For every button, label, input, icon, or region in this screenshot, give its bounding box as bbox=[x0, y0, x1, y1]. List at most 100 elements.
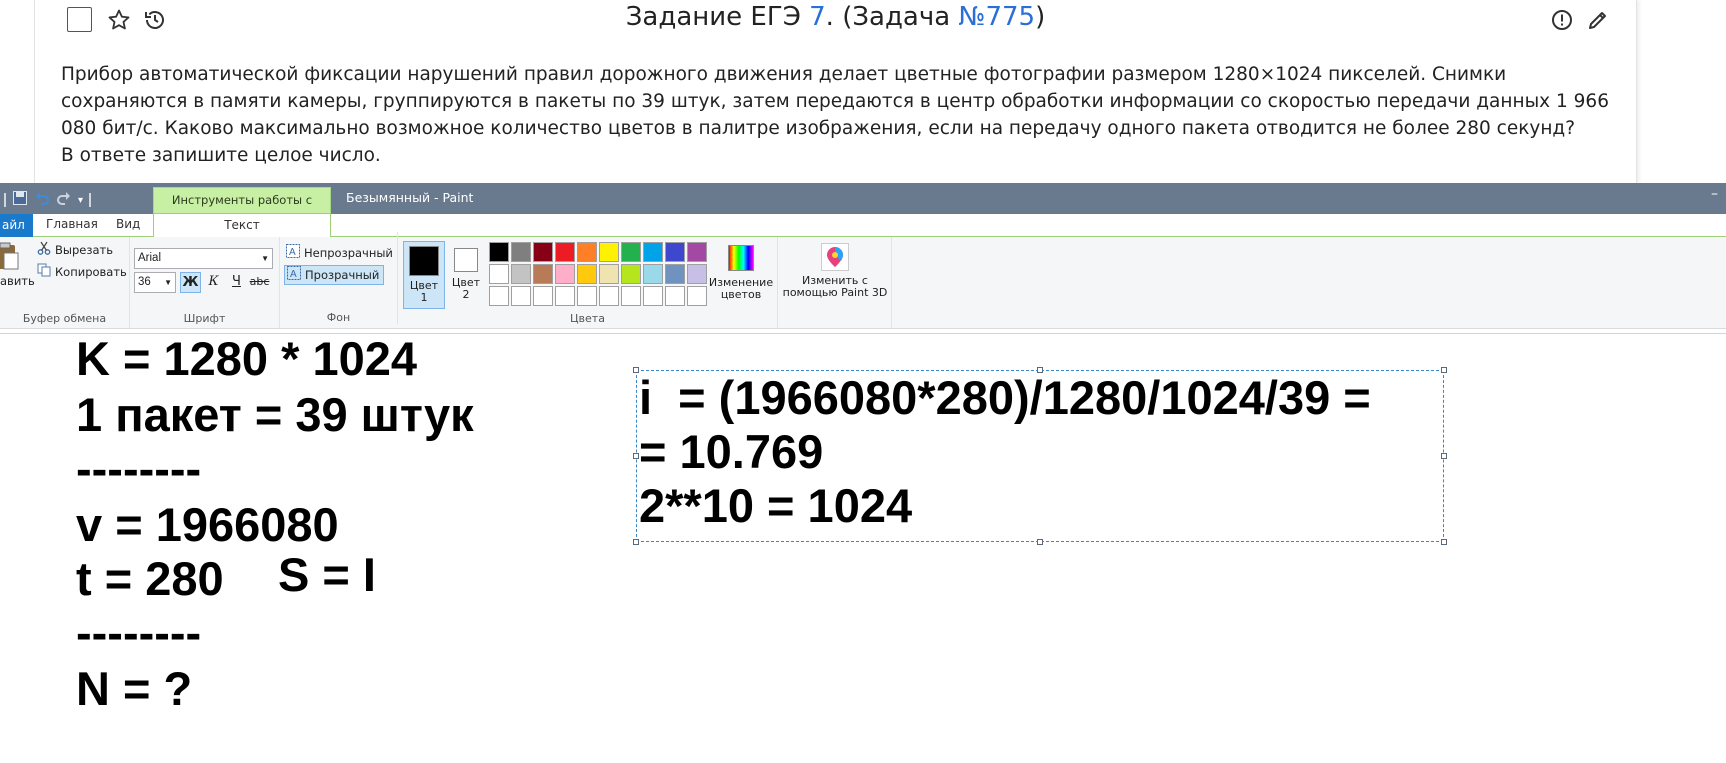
copy-label: Копировать bbox=[55, 264, 127, 279]
clipboard-group-label: Буфер обмена bbox=[22, 312, 107, 325]
tab-home[interactable]: Главная bbox=[46, 217, 98, 231]
font-family-select[interactable]: Arial ▼ bbox=[134, 248, 273, 269]
bold-button[interactable]: Ж bbox=[180, 272, 201, 293]
paint3d-group: Изменить с помощью Paint 3D bbox=[778, 237, 892, 329]
paste-icon[interactable] bbox=[0, 241, 22, 271]
palette-color-swatch[interactable] bbox=[665, 242, 685, 262]
palette-color-swatch[interactable] bbox=[555, 242, 575, 262]
task-card: Задание ЕГЭ 7. (Задача №775) Прибор авто… bbox=[34, 0, 1637, 183]
ribbon-tabs: айл Главная Вид Текст bbox=[0, 213, 1726, 238]
paint3d-button[interactable]: Изменить с помощью Paint 3D bbox=[782, 243, 888, 299]
paint-window: ▾ Инструменты работы с текстом Безымянны… bbox=[0, 183, 1726, 763]
palette-color-swatch[interactable] bbox=[555, 286, 575, 306]
copy-button[interactable]: Копировать bbox=[37, 263, 127, 280]
italic-button[interactable]: К bbox=[203, 272, 224, 293]
task-header: Задание ЕГЭ 7. (Задача №775) bbox=[35, 0, 1636, 40]
cut-button[interactable]: Вырезать bbox=[37, 241, 113, 258]
canvas-text-s-eq: S = I bbox=[278, 548, 376, 601]
resize-handle[interactable] bbox=[1441, 539, 1447, 545]
font-group-label: Шрифт bbox=[183, 312, 226, 325]
resize-handle[interactable] bbox=[1441, 367, 1447, 373]
palette-color-swatch[interactable] bbox=[621, 286, 641, 306]
resize-handle[interactable] bbox=[1441, 453, 1447, 459]
palette-color-swatch[interactable] bbox=[687, 286, 707, 306]
paste-button[interactable]: авить bbox=[0, 274, 35, 288]
palette-color-swatch[interactable] bbox=[643, 286, 663, 306]
font-size-select[interactable]: 36 ▼ bbox=[134, 272, 176, 293]
undo-icon[interactable] bbox=[34, 190, 50, 210]
paint3d-label: Изменить с помощью Paint 3D bbox=[782, 274, 888, 299]
ribbon: авить Вырезать Копировать Буфер обмена A… bbox=[0, 232, 1726, 329]
edit-colors-button[interactable]: Изменение цветов bbox=[708, 243, 774, 301]
palette-color-swatch[interactable] bbox=[665, 286, 685, 306]
canvas-text-line: -------- bbox=[76, 606, 202, 659]
canvas-text-line: K = 1280 * 1024 bbox=[76, 332, 418, 385]
palette-color-swatch[interactable] bbox=[511, 264, 531, 284]
palette-color-swatch[interactable] bbox=[599, 264, 619, 284]
palette-color-swatch[interactable] bbox=[577, 264, 597, 284]
palette-color-swatch[interactable] bbox=[533, 264, 553, 284]
textbox-line: i = (1966080*280)/1280/1024/39 = bbox=[639, 371, 1371, 424]
color1-swatch bbox=[409, 246, 439, 276]
clipboard-group: авить Вырезать Копировать Буфер обмена bbox=[0, 237, 130, 329]
palette-color-swatch[interactable] bbox=[533, 286, 553, 306]
color2-button[interactable]: Цвет 2 bbox=[445, 241, 487, 309]
strikethrough-button[interactable]: abc bbox=[249, 272, 270, 293]
palette-color-swatch[interactable] bbox=[489, 242, 509, 262]
problem-id-link[interactable]: №775 bbox=[958, 2, 1035, 32]
palette-color-swatch[interactable] bbox=[577, 286, 597, 306]
palette-color-swatch[interactable] bbox=[687, 242, 707, 262]
customize-qat-icon[interactable]: ▾ bbox=[78, 195, 83, 206]
color2-label: Цвет 2 bbox=[451, 276, 481, 301]
task-title: Задание ЕГЭ 7. (Задача №775) bbox=[35, 2, 1636, 32]
quick-access-toolbar: ▾ bbox=[4, 190, 92, 210]
palette-color-swatch[interactable] bbox=[489, 286, 509, 306]
pencil-icon[interactable] bbox=[1584, 6, 1612, 34]
palette-color-swatch[interactable] bbox=[511, 242, 531, 262]
palette-color-swatch[interactable] bbox=[599, 286, 619, 306]
tab-view[interactable]: Вид bbox=[116, 217, 140, 231]
redo-icon[interactable] bbox=[56, 190, 72, 210]
palette-color-swatch[interactable] bbox=[643, 264, 663, 284]
canvas-text-line: 1 пакет = 39 штук bbox=[76, 388, 474, 441]
colors-group-label: Цвета bbox=[570, 312, 605, 325]
palette-color-swatch[interactable] bbox=[511, 286, 531, 306]
palette-color-swatch[interactable] bbox=[489, 264, 509, 284]
text-box-selection[interactable]: i = (1966080*280)/1280/1024/39 = = 10.76… bbox=[633, 367, 1447, 545]
palette-color-swatch[interactable] bbox=[621, 242, 641, 262]
underline-button[interactable]: Ч bbox=[226, 272, 247, 293]
color-spectrum-icon bbox=[728, 245, 754, 271]
palette-color-swatch[interactable] bbox=[643, 242, 663, 262]
color-palette bbox=[488, 241, 708, 307]
canvas-text-line: t = 280 bbox=[76, 552, 224, 605]
toolbar-separator bbox=[89, 193, 92, 207]
canvas-text-line: -------- bbox=[76, 442, 202, 495]
resize-handle[interactable] bbox=[633, 453, 639, 459]
chevron-down-icon: ▼ bbox=[261, 254, 269, 263]
font-group: Arial ▼ 36 ▼ Ж К Ч abc Шрифт bbox=[130, 237, 280, 329]
resize-handle[interactable] bbox=[633, 539, 639, 545]
palette-color-swatch[interactable] bbox=[533, 242, 553, 262]
font-size-value: 36 bbox=[138, 276, 151, 288]
palette-color-swatch[interactable] bbox=[621, 264, 641, 284]
palette-color-swatch[interactable] bbox=[577, 242, 597, 262]
statement-line: Прибор автоматической фиксации нарушений… bbox=[61, 64, 1507, 85]
palette-color-swatch[interactable] bbox=[665, 264, 685, 284]
palette-color-swatch[interactable] bbox=[555, 264, 575, 284]
minimize-button[interactable]: – bbox=[1711, 186, 1718, 202]
copy-icon bbox=[37, 263, 51, 280]
palette-color-swatch[interactable] bbox=[599, 242, 619, 262]
resize-handle[interactable] bbox=[1037, 539, 1043, 545]
task-number-link[interactable]: 7 bbox=[809, 2, 826, 32]
save-icon[interactable] bbox=[12, 190, 28, 210]
resize-handle[interactable] bbox=[633, 367, 639, 373]
resize-handle[interactable] bbox=[1037, 367, 1043, 373]
statement-line: В ответе запишите целое число. bbox=[61, 145, 381, 166]
tab-file[interactable]: айл bbox=[0, 214, 33, 237]
drawing-canvas[interactable]: K = 1280 * 1024 1 пакет = 39 штук ------… bbox=[0, 332, 1726, 763]
alert-icon[interactable] bbox=[1548, 6, 1576, 34]
color1-button[interactable]: Цвет 1 bbox=[403, 241, 445, 309]
font-family-value: Arial bbox=[138, 252, 162, 264]
paint-titlebar: ▾ Инструменты работы с текстом Безымянны… bbox=[0, 183, 1726, 232]
palette-color-swatch[interactable] bbox=[687, 264, 707, 284]
